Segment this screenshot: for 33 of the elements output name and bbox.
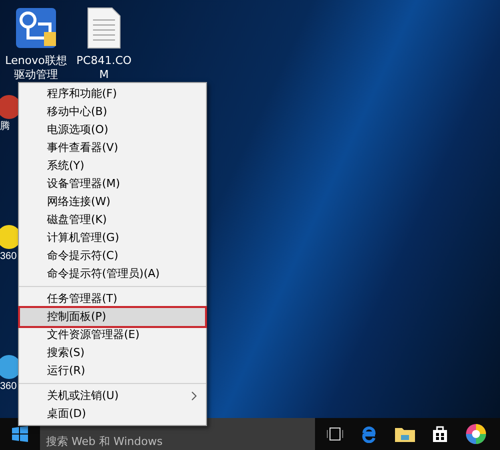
app-icon[interactable] <box>0 354 18 380</box>
desktop-icon-label[interactable]: Lenovo联想驱动管理 <box>4 54 68 82</box>
desktop-icon-label[interactable]: PC841.COM <box>72 54 136 82</box>
menu-item[interactable]: 磁盘管理(K) <box>20 211 205 229</box>
menu-item[interactable]: 计算机管理(G) <box>20 229 205 247</box>
shopping-bag-icon[interactable] <box>432 425 448 443</box>
menu-item[interactable]: 移动中心(B) <box>20 103 205 121</box>
menu-item[interactable]: 设备管理器(M) <box>20 175 205 193</box>
app-icon[interactable] <box>0 224 18 250</box>
menu-item[interactable]: 电源选项(O) <box>20 121 205 139</box>
folder-icon[interactable] <box>395 426 415 442</box>
menu-item[interactable]: 网络连接(W) <box>20 193 205 211</box>
menu-item[interactable]: 搜索(S) <box>20 344 205 362</box>
menu-item[interactable]: 命令提示符(C) <box>20 247 205 265</box>
desktop-icon-label[interactable]: 360 <box>0 380 17 394</box>
menu-item[interactable]: 控制面板(P) <box>20 308 205 326</box>
menu-item[interactable]: 关机或注销(U) <box>20 387 205 405</box>
gear-app-icon[interactable] <box>14 6 58 50</box>
menu-item[interactable]: 系统(Y) <box>20 157 205 175</box>
task-view-icon[interactable] <box>327 427 343 441</box>
browser-e-icon[interactable] <box>360 425 378 443</box>
document-icon[interactable] <box>86 6 122 50</box>
menu-item[interactable]: 任务管理器(T) <box>20 290 205 308</box>
desktop-icon-label[interactable]: 腾 <box>0 120 10 134</box>
color-wheel-icon[interactable] <box>465 423 487 445</box>
menu-item[interactable]: 运行(R) <box>20 362 205 380</box>
menu-item[interactable]: 命令提示符(管理员)(A) <box>20 265 205 283</box>
menu-item[interactable]: 事件查看器(V) <box>20 139 205 157</box>
chevron-right-icon <box>191 391 197 401</box>
windows-logo-icon[interactable] <box>12 426 28 442</box>
menu-item[interactable]: 程序和功能(F) <box>20 85 205 103</box>
desktop-icon-label[interactable]: 360 <box>0 250 17 264</box>
menu-item[interactable]: 文件资源管理器(E) <box>20 326 205 344</box>
